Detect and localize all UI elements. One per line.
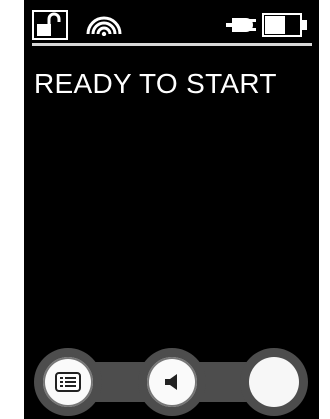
speaker-icon	[165, 374, 177, 390]
start-button-face[interactable]	[249, 357, 299, 407]
bottom-control-bar	[34, 348, 308, 416]
wireless-signal-icon	[86, 16, 122, 36]
sound-button-face[interactable]	[147, 357, 197, 407]
start-button[interactable]	[240, 348, 308, 416]
status-message: READY TO START	[34, 68, 277, 99]
status-divider	[32, 43, 312, 46]
menu-button-face[interactable]	[43, 357, 93, 407]
sound-button[interactable]	[138, 348, 206, 416]
menu-button[interactable]	[34, 348, 102, 416]
list-card-icon	[55, 372, 81, 392]
battery-icon	[262, 13, 307, 37]
device-screen: READY TO START	[24, 0, 319, 419]
status-bar	[24, 0, 319, 40]
unlocked-lock-icon	[32, 10, 68, 40]
